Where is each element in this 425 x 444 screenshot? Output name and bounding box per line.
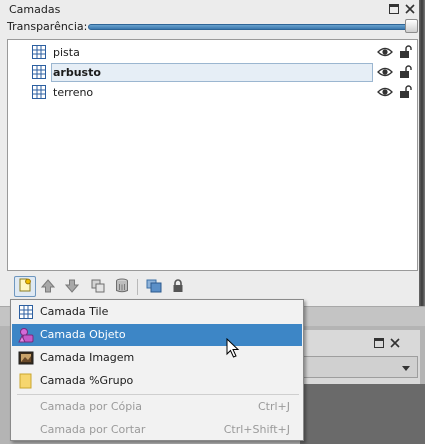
- layer-row[interactable]: arbusto: [8, 62, 417, 82]
- tile-layer-icon: [32, 85, 46, 102]
- remove-layer-button[interactable]: [112, 277, 132, 297]
- lower-combo-box[interactable]: [300, 356, 418, 378]
- toolbar-separator: [137, 279, 138, 295]
- show-hide-other-layers-button[interactable]: [144, 277, 164, 297]
- layer-list[interactable]: pista arbusto terreno: [7, 39, 418, 271]
- new-layer-icon: [18, 278, 32, 295]
- menu-item-layer-via-copy: Camada por Cópia Ctrl+J: [12, 396, 302, 418]
- mouse-cursor-icon: [226, 337, 240, 361]
- menu-item-label: Camada Imagem: [40, 351, 135, 364]
- opacity-slider-handle[interactable]: [405, 19, 418, 33]
- new-layer-button[interactable]: [14, 276, 36, 297]
- close-icon[interactable]: [404, 3, 415, 14]
- tile-layer-icon: [32, 65, 46, 82]
- arrow-down-icon: [64, 279, 80, 296]
- menu-separator: [17, 394, 299, 395]
- eye-icon[interactable]: [377, 66, 393, 81]
- duplicate-layer-button[interactable]: [88, 277, 108, 297]
- canvas-area: [300, 384, 425, 444]
- menu-item-layer-via-cut: Camada por Cortar Ctrl+Shift+J: [12, 419, 302, 441]
- opacity-slider[interactable]: [88, 24, 410, 30]
- arrow-up-icon: [40, 278, 56, 296]
- layer-name: terreno: [53, 86, 94, 99]
- unlocked-padlock-icon[interactable]: [399, 65, 413, 82]
- layer-row[interactable]: pista: [8, 42, 417, 62]
- menu-item-label: Camada Tile: [40, 305, 109, 318]
- dock-title: Camadas: [9, 3, 61, 16]
- layers-dock: Camadas Transparência: pista arbusto ter…: [0, 0, 425, 306]
- menu-item-image-layer[interactable]: Camada Imagem: [12, 347, 302, 369]
- layer-name: pista: [53, 46, 80, 59]
- raise-layer-button[interactable]: [38, 277, 58, 297]
- layer-row[interactable]: terreno: [8, 82, 417, 102]
- stacked-layers-icon: [146, 279, 162, 296]
- opacity-label: Transparência:: [7, 20, 88, 33]
- layer-toolbar: [7, 273, 418, 299]
- tile-layer-icon: [18, 304, 34, 320]
- float-icon[interactable]: [388, 3, 399, 14]
- menu-item-tile-layer[interactable]: Camada Tile: [12, 301, 302, 323]
- chevron-down-icon: [401, 363, 411, 376]
- eye-icon[interactable]: [377, 46, 393, 61]
- menu-item-shortcut: Ctrl+Shift+J: [223, 423, 290, 436]
- tile-layer-icon: [32, 45, 46, 62]
- float-icon[interactable]: [373, 337, 384, 348]
- menu-item-label: Camada Objeto: [40, 328, 126, 341]
- duplicate-icon: [91, 279, 105, 296]
- menu-item-object-layer[interactable]: Camada Objeto: [12, 324, 302, 346]
- close-icon[interactable]: [389, 337, 400, 348]
- eye-icon[interactable]: [377, 86, 393, 101]
- image-layer-icon: [18, 350, 34, 366]
- menu-item-group-layer[interactable]: Camada %Grupo: [12, 370, 302, 392]
- menu-item-label: Camada por Cortar: [40, 423, 146, 436]
- menu-item-shortcut: Ctrl+J: [257, 400, 290, 413]
- padlock-icon: [172, 278, 184, 296]
- object-layer-icon: [18, 327, 34, 343]
- menu-item-label: Camada %Grupo: [40, 374, 134, 387]
- unlocked-padlock-icon[interactable]: [399, 45, 413, 62]
- new-layer-menu: Camada Tile Camada Objeto Camada Imagem …: [10, 299, 304, 441]
- folder-icon: [18, 373, 34, 389]
- layer-name: arbusto: [53, 66, 101, 79]
- lower-layer-button[interactable]: [62, 277, 82, 297]
- menu-item-label: Camada por Cópia: [40, 400, 143, 413]
- lock-layer-button[interactable]: [168, 277, 188, 297]
- background-edge: [419, 0, 425, 306]
- unlocked-padlock-icon[interactable]: [399, 85, 413, 102]
- trash-icon: [115, 278, 129, 296]
